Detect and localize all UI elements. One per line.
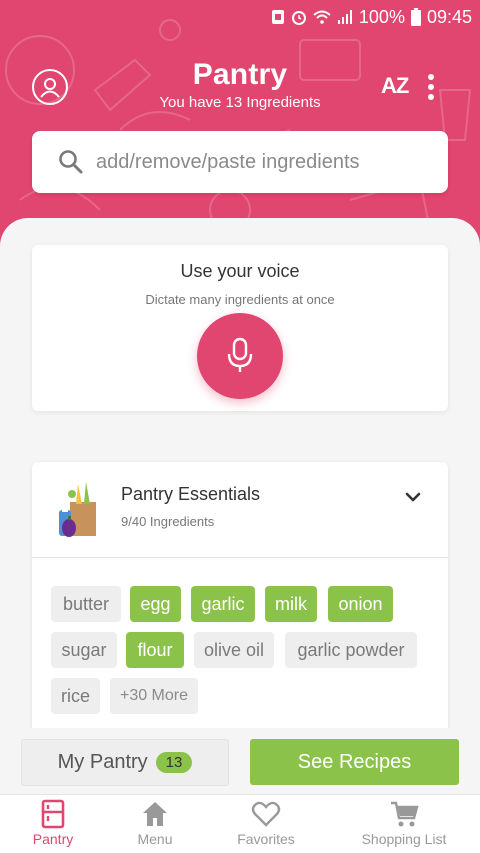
heart-icon [251,801,281,827]
header [0,0,480,250]
pantry-essentials-card: Pantry Essentials 9/40 Ingredients butte… [32,462,448,742]
search-input[interactable] [96,150,416,174]
my-pantry-label: My Pantry [57,751,148,773]
microphone-button[interactable] [197,313,283,399]
more-vert-dot [428,94,434,100]
more-ingredients-button[interactable]: +30 More [110,678,198,714]
chip-sugar[interactable]: sugar [51,632,117,668]
nav-item-menu[interactable]: Menu [132,799,178,847]
cart-icon [391,801,419,827]
chip-rice[interactable]: rice [51,678,100,714]
chip-flour[interactable]: flour [126,632,184,668]
chip-egg[interactable]: egg [130,586,181,622]
chip-butter[interactable]: butter [51,586,121,622]
sort-az-icon: AZ [381,73,409,98]
pantry-icon [41,799,65,829]
nav-item-shopping-list[interactable]: Shopping List [354,799,454,847]
see-recipes-button[interactable]: See Recipes [250,739,459,785]
battery-percent: 100% [358,6,405,27]
bottom-nav: Pantry Menu Favorites Shopping List [0,794,480,853]
chip-garlic[interactable]: garlic [191,586,255,622]
voice-subtitle: Dictate many ingredients at once [145,292,335,307]
voice-title: Use your voice [180,261,300,281]
battery-icon [410,8,421,26]
pantry-count-badge: 13 [155,752,193,773]
status-bar: 100% 09:45 [0,0,480,34]
chip-garlic-powder[interactable]: garlic powder [285,632,417,668]
more-options-button[interactable] [424,74,438,100]
nav-label-favorites: Favorites [237,831,295,847]
chip-olive-oil[interactable]: olive oil [194,632,274,668]
chevron-down-icon[interactable] [402,486,424,508]
clock: 09:45 [426,6,472,27]
essentials-title: Pantry Essentials [121,484,261,504]
chip-milk[interactable]: milk [265,586,317,622]
nav-item-favorites[interactable]: Favorites [231,799,301,847]
food-pattern-background [5,19,472,231]
voice-card: Use your voice Dictate many ingredients … [32,245,448,411]
nav-label-shopping-list: Shopping List [361,831,447,847]
search-icon [59,150,83,174]
alarm-icon [291,9,307,25]
home-icon [143,802,167,826]
sort-az-button[interactable]: AZ [381,73,409,99]
microphone-icon [227,337,253,372]
wifi-icon [313,10,331,24]
storage-icon [271,9,285,25]
chip-onion[interactable]: onion [328,586,393,622]
essentials-count: 9/40 Ingredients [121,514,215,529]
nav-label-pantry: Pantry [32,831,74,847]
search-box[interactable] [32,131,448,193]
signal-icon [337,10,353,24]
my-pantry-button[interactable]: My Pantry 13 [21,739,229,786]
more-vert-dot [428,84,434,90]
more-vert-icon [428,74,434,80]
grocery-bag-icon [59,482,96,537]
nav-label-menu: Menu [137,831,173,847]
nav-item-pantry[interactable]: Pantry [30,799,76,847]
pantry-essentials-header[interactable]: Pantry Essentials 9/40 Ingredients [32,462,448,558]
